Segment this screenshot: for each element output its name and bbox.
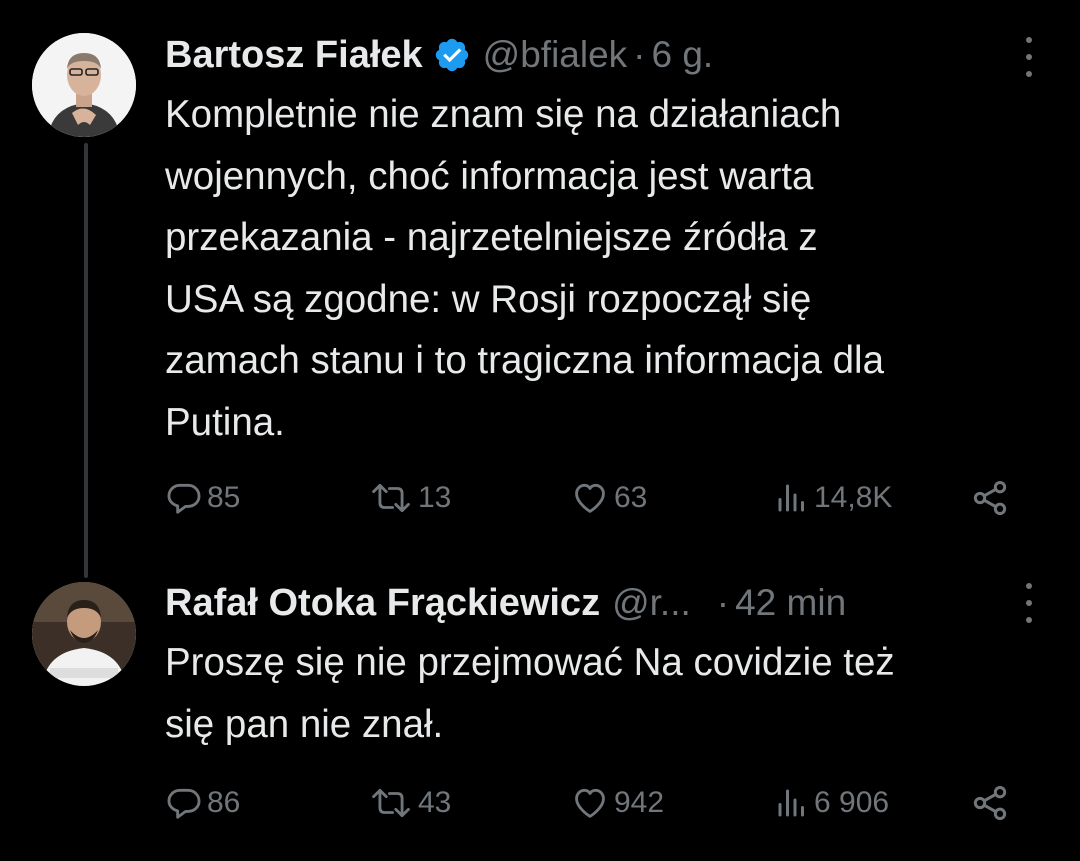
timestamp[interactable]: 42 min bbox=[735, 582, 846, 624]
avatar[interactable] bbox=[32, 33, 136, 137]
author-name[interactable]: Bartosz Fiałek bbox=[165, 34, 423, 77]
repost-arrows-icon bbox=[372, 788, 410, 818]
reply-bubble-icon bbox=[167, 788, 201, 819]
avatar[interactable] bbox=[32, 582, 136, 686]
verified-badge-icon bbox=[435, 38, 468, 72]
share-icon bbox=[973, 786, 1007, 820]
author-name[interactable]: Rafał Otoka Frąckiewicz bbox=[165, 582, 600, 625]
repost-button[interactable]: 13 bbox=[368, 475, 451, 521]
action-bar: 85 13 63 14,8K bbox=[165, 475, 1025, 521]
tweet-reply[interactable]: Rafał Otoka Frąckiewicz @r... · 42 min P… bbox=[0, 570, 1080, 861]
share-button[interactable] bbox=[970, 780, 1010, 826]
repost-arrows-icon bbox=[372, 483, 410, 513]
reply-count: 85 bbox=[207, 481, 241, 514]
share-icon bbox=[973, 481, 1007, 515]
reply-bubble-icon bbox=[167, 483, 201, 514]
separator-dot: · bbox=[716, 582, 730, 623]
timestamp[interactable]: 6 g. bbox=[652, 34, 714, 76]
author-handle[interactable]: @bfialek bbox=[483, 34, 628, 76]
views-button[interactable]: 14,8K bbox=[774, 475, 892, 521]
tweet-text: Proszę się nie przejmować Na covidzie te… bbox=[165, 641, 895, 746]
views-button[interactable]: 6 906 bbox=[774, 780, 889, 826]
like-count: 63 bbox=[614, 481, 648, 514]
share-button[interactable] bbox=[970, 475, 1010, 521]
tweet-header: Rafał Otoka Frąckiewicz @r... · 42 min bbox=[165, 580, 846, 626]
more-vertical-dots-icon[interactable] bbox=[1019, 583, 1039, 623]
heart-icon bbox=[575, 788, 605, 818]
like-button[interactable]: 63 bbox=[570, 475, 647, 521]
tweet-header: Bartosz Fiałek @bfialek · 6 g. bbox=[165, 32, 713, 78]
like-count: 942 bbox=[614, 786, 665, 819]
heart-icon bbox=[575, 483, 605, 513]
tweet-text: Kompletnie nie znam się na działaniach w… bbox=[165, 93, 885, 444]
views-bar-chart-icon bbox=[778, 789, 804, 817]
more-vertical-dots-icon[interactable] bbox=[1019, 37, 1039, 77]
repost-button[interactable]: 43 bbox=[368, 780, 451, 826]
repost-count: 43 bbox=[418, 786, 452, 819]
repost-count: 13 bbox=[418, 481, 452, 514]
like-button[interactable]: 942 bbox=[570, 780, 664, 826]
views-bar-chart-icon bbox=[778, 484, 804, 512]
reply-count: 86 bbox=[207, 786, 241, 819]
author-handle[interactable]: @r... bbox=[612, 582, 691, 624]
action-bar: 86 43 942 6 906 bbox=[165, 780, 1025, 826]
reply-button[interactable]: 85 bbox=[165, 475, 240, 521]
separator-dot: · bbox=[633, 34, 646, 75]
reply-button[interactable]: 86 bbox=[165, 780, 240, 826]
tweet-original[interactable]: Bartosz Fiałek @bfialek · 6 g. Kompletni… bbox=[0, 0, 1080, 560]
views-count: 6 906 bbox=[814, 786, 890, 819]
views-count: 14,8K bbox=[814, 481, 893, 514]
